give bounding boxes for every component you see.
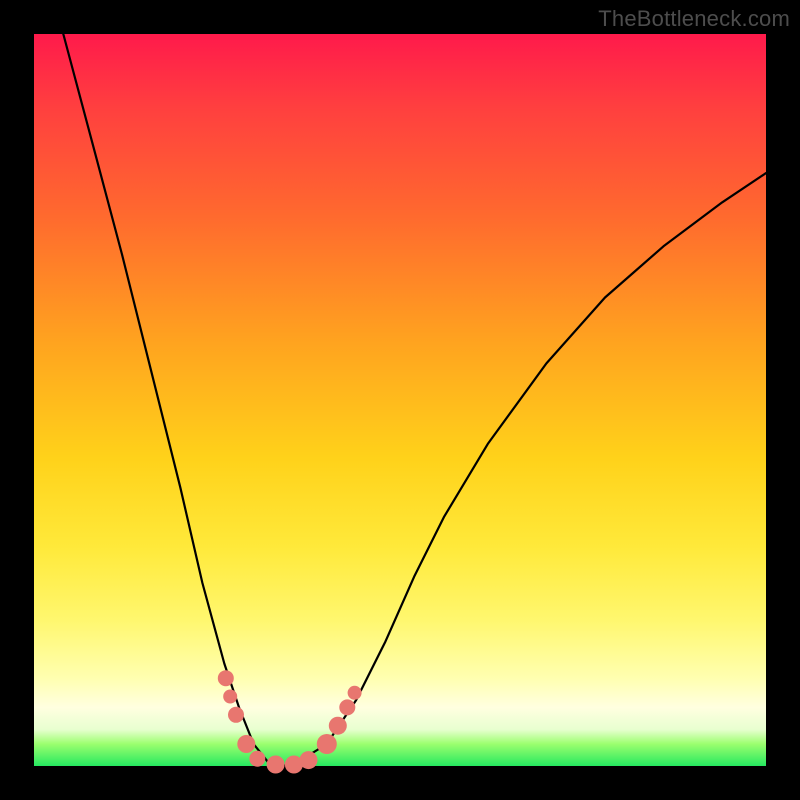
highlight-marker <box>228 707 244 723</box>
highlight-marker <box>237 735 255 753</box>
watermark-text: TheBottleneck.com <box>598 6 790 32</box>
highlight-marker <box>339 699 355 715</box>
highlight-marker <box>223 690 237 704</box>
highlight-marker <box>218 670 234 686</box>
highlight-marker <box>300 751 318 769</box>
highlight-marker <box>348 686 362 700</box>
marker-group <box>218 670 362 773</box>
highlight-marker <box>317 734 337 754</box>
curve-layer <box>34 34 766 766</box>
bottleneck-curve <box>63 34 766 766</box>
highlight-marker <box>267 756 285 774</box>
highlight-marker <box>329 717 347 735</box>
highlight-marker <box>249 751 265 767</box>
chart-frame: TheBottleneck.com <box>0 0 800 800</box>
plot-area <box>34 34 766 766</box>
